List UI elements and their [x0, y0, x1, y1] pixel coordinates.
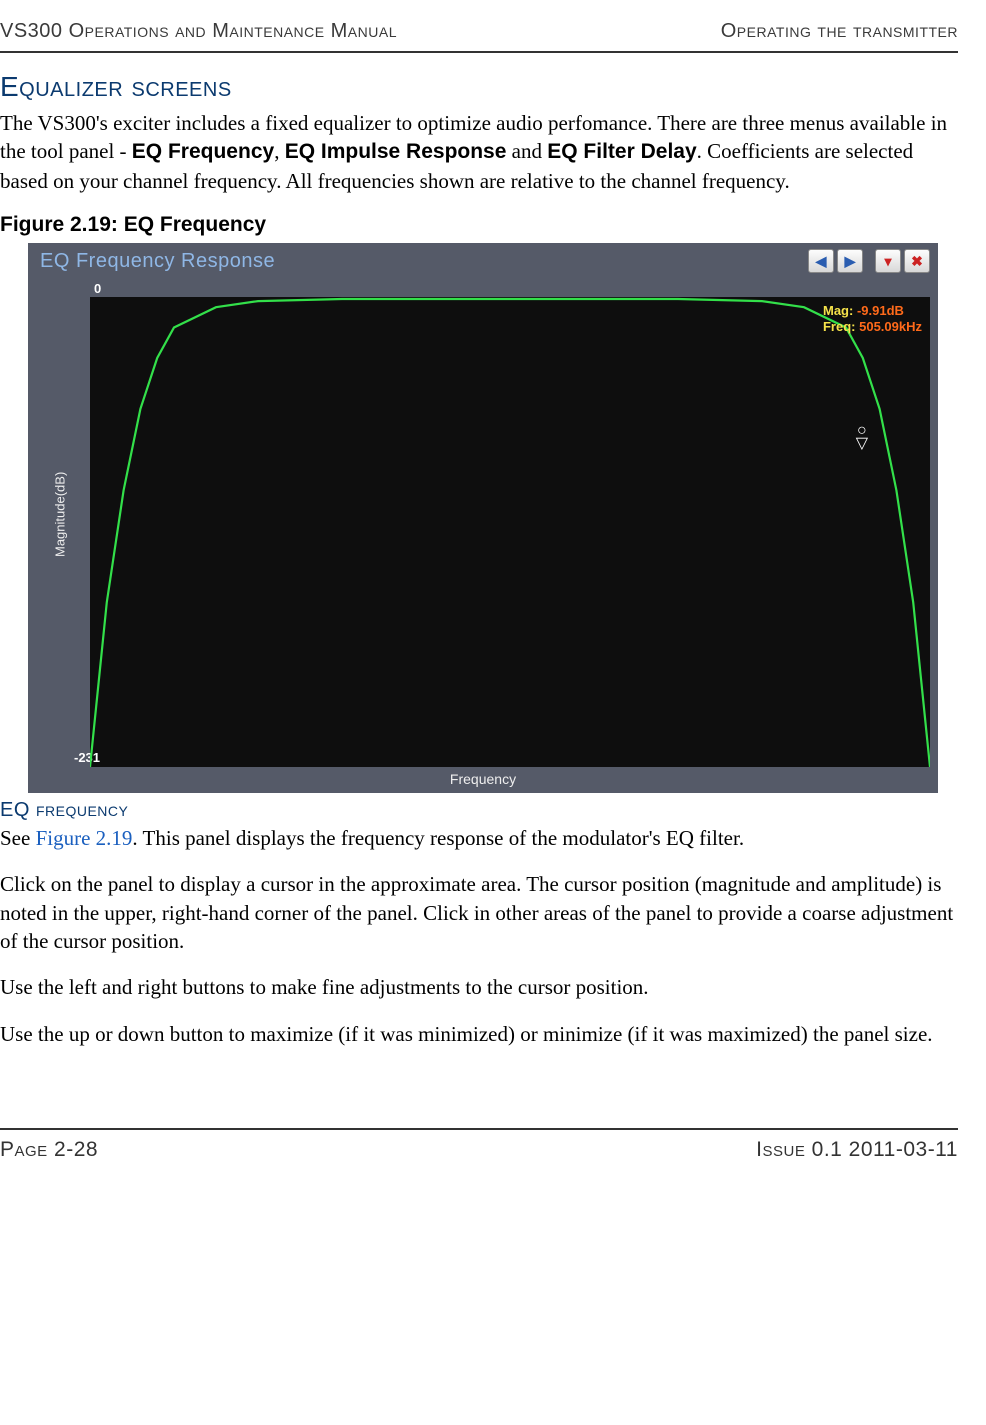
y-axis-gutter: Magnitude(dB): [36, 297, 90, 767]
cursor-left-button[interactable]: ◀: [808, 249, 834, 273]
term-eq-impulse: EQ Impulse Response: [285, 140, 507, 163]
header-right: Operating the transmitter: [721, 20, 958, 43]
readout-mag-value: -9.91dB: [857, 303, 904, 318]
chart-titlebar: EQ Frequency Response ◀ ▶ ▾ ✖: [28, 243, 938, 279]
header-left: VS300 Operations and Maintenance Manual: [0, 20, 397, 43]
chart-title: EQ Frequency Response: [40, 250, 275, 273]
y-axis-label: Magnitude(dB): [53, 472, 68, 557]
cursor-right-button[interactable]: ▶: [837, 249, 863, 273]
header-divider: [0, 51, 958, 53]
eq-frequency-panel: EQ Frequency Response ◀ ▶ ▾ ✖ Magnitude(…: [28, 243, 938, 793]
term-eq-frequency: EQ Frequency: [132, 140, 274, 163]
readout-freq-label: Freq:: [823, 319, 856, 334]
body-p5: Use the up or down button to maximize (i…: [0, 1020, 958, 1048]
footer-right: Issue 0.1 2011-03-11: [756, 1138, 958, 1162]
chart-curve: [90, 297, 930, 767]
close-button[interactable]: ✖: [904, 249, 930, 273]
figure-caption: Figure 2.19: EQ Frequency: [0, 213, 958, 237]
footer-left: Page 2-28: [0, 1138, 98, 1162]
readout-freq-value: 505.09kHz: [859, 319, 922, 334]
y-tick-top: 0: [94, 281, 101, 296]
readout-mag-label: Mag:: [823, 303, 853, 318]
figure-link[interactable]: Figure 2.19: [36, 826, 133, 850]
cursor-readout: Mag: -9.91dB Freq: 505.09kHz: [823, 303, 922, 336]
intro-paragraph: The VS300's exciter includes a fixed equ…: [0, 109, 958, 195]
subsection-title: EQ frequency: [0, 799, 958, 822]
body-p3: Click on the panel to display a cursor i…: [0, 870, 958, 955]
intro-text-c: and: [506, 139, 547, 163]
chart-plot-area[interactable]: Magnitude(dB) 0 -231 Mag: -9.91dB Freq: …: [36, 279, 930, 767]
x-axis-label: Frequency: [28, 767, 938, 793]
body-p4: Use the left and right buttons to make f…: [0, 973, 958, 1001]
body-p2: See Figure 2.19. This panel displays the…: [0, 824, 958, 852]
minimize-maximize-button[interactable]: ▾: [875, 249, 901, 273]
intro-text-b: ,: [274, 139, 285, 163]
body-p2-a: See: [0, 826, 36, 850]
body-p2-b: . This panel displays the frequency resp…: [132, 826, 744, 850]
term-eq-filter-delay: EQ Filter Delay: [547, 140, 696, 163]
section-title: Equalizer screens: [0, 71, 958, 103]
cursor-marker-icon: ○▽: [856, 425, 868, 451]
